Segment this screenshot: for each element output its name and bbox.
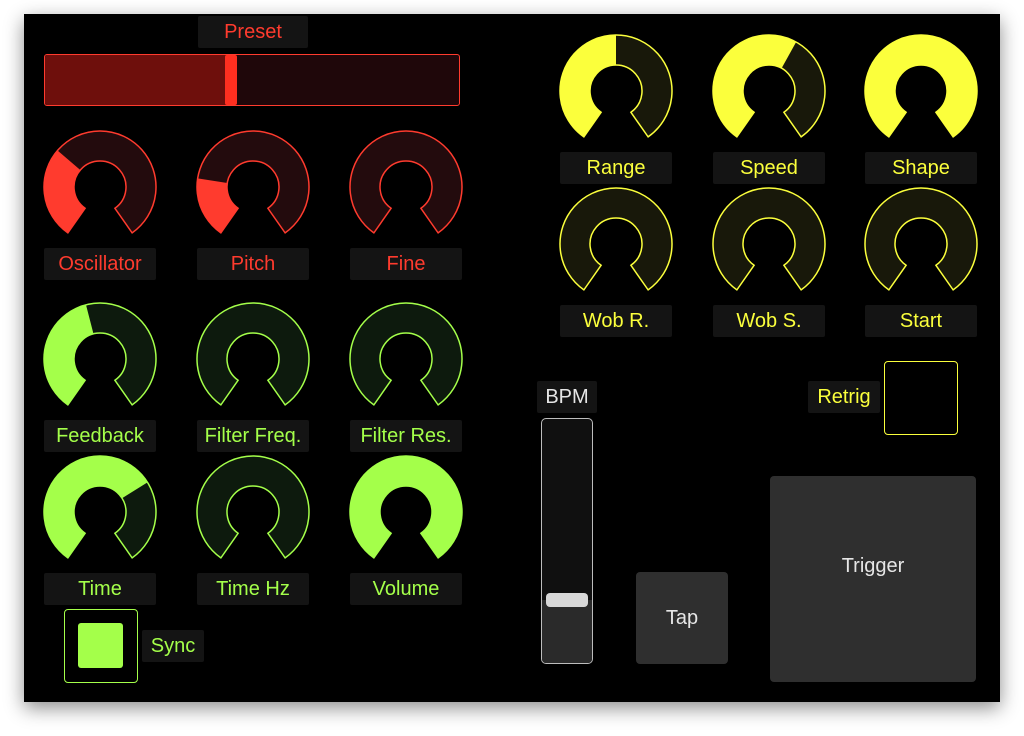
pitch-knob-value-arc [197,178,239,233]
feedback-knob-value-arc [44,304,94,405]
pitch-knob[interactable] [196,130,310,244]
tap-button[interactable]: Tap [636,572,728,664]
volume-knob[interactable] [349,455,463,569]
oscillator-label: Oscillator [44,248,156,280]
pitch-knob-graphic [196,130,310,234]
filter-res-knob-track [349,302,463,406]
preset-slider[interactable] [44,54,460,106]
synth-panel: Preset Oscillator Pitch Fine Feedback Fi… [24,14,1000,702]
tap-button-label: Tap [665,606,699,629]
start-knob-graphic [864,187,978,291]
fine-knob-track [349,130,463,234]
time-hz-knob[interactable] [196,455,310,569]
shape-label: Shape [865,152,977,184]
filter-res-knob[interactable] [349,302,463,416]
preset-slider-handle[interactable] [225,55,238,105]
volume-label: Volume [350,573,462,605]
oscillator-knob-graphic [43,130,157,234]
feedback-knob[interactable] [43,302,157,416]
speed-knob-value-arc [713,34,797,137]
wob-s-knob-graphic [712,187,826,291]
start-label: Start [865,305,977,337]
time-label: Time [44,573,156,605]
sync-label: Sync [142,630,204,662]
trigger-pad-label: Trigger [841,554,905,577]
fine-knob-graphic [349,130,463,234]
trigger-pad[interactable]: Trigger [770,476,976,682]
range-knob[interactable] [559,34,673,148]
wob-s-knob-track [712,187,826,291]
oscillator-knob[interactable] [43,130,157,244]
shape-knob[interactable] [864,34,978,148]
sync-indicator [78,623,123,668]
filter-freq-knob-graphic [196,302,310,406]
pitch-label: Pitch [197,248,309,280]
filter-res-label: Filter Res. [350,420,462,452]
wob-r-knob-track [559,187,673,291]
wob-s-label: Wob S. [713,305,825,337]
preset-slider-fill [45,55,232,105]
time-hz-label: Time Hz [197,573,309,605]
feedback-knob-graphic [43,302,157,406]
sync-toggle[interactable] [64,609,138,683]
speed-label: Speed [713,152,825,184]
filter-freq-knob[interactable] [196,302,310,416]
feedback-label: Feedback [44,420,156,452]
preset-label: Preset [198,16,308,48]
wob-r-label: Wob R. [560,305,672,337]
volume-knob-graphic [349,455,463,559]
time-knob-graphic [43,455,157,559]
time-hz-knob-track [196,455,310,559]
fine-knob[interactable] [349,130,463,244]
bpm-slider-fill [542,599,592,663]
wob-s-knob[interactable] [712,187,826,301]
shape-knob-graphic [864,34,978,138]
time-knob[interactable] [43,455,157,569]
bpm-slider-handle[interactable] [546,592,588,607]
speed-knob[interactable] [712,34,826,148]
wob-r-knob-graphic [559,187,673,291]
start-knob-track [864,187,978,291]
filter-freq-label: Filter Freq. [197,420,309,452]
bpm-slider[interactable] [541,418,593,664]
start-knob[interactable] [864,187,978,301]
speed-knob-graphic [712,34,826,138]
fine-label: Fine [350,248,462,280]
range-knob-graphic [559,34,673,138]
wob-r-knob[interactable] [559,187,673,301]
time-hz-knob-graphic [196,455,310,559]
bpm-label: BPM [537,381,597,413]
retrig-toggle[interactable] [884,361,958,435]
range-label: Range [560,152,672,184]
filter-res-knob-graphic [349,302,463,406]
filter-freq-knob-track [196,302,310,406]
retrig-label: Retrig [808,381,880,413]
